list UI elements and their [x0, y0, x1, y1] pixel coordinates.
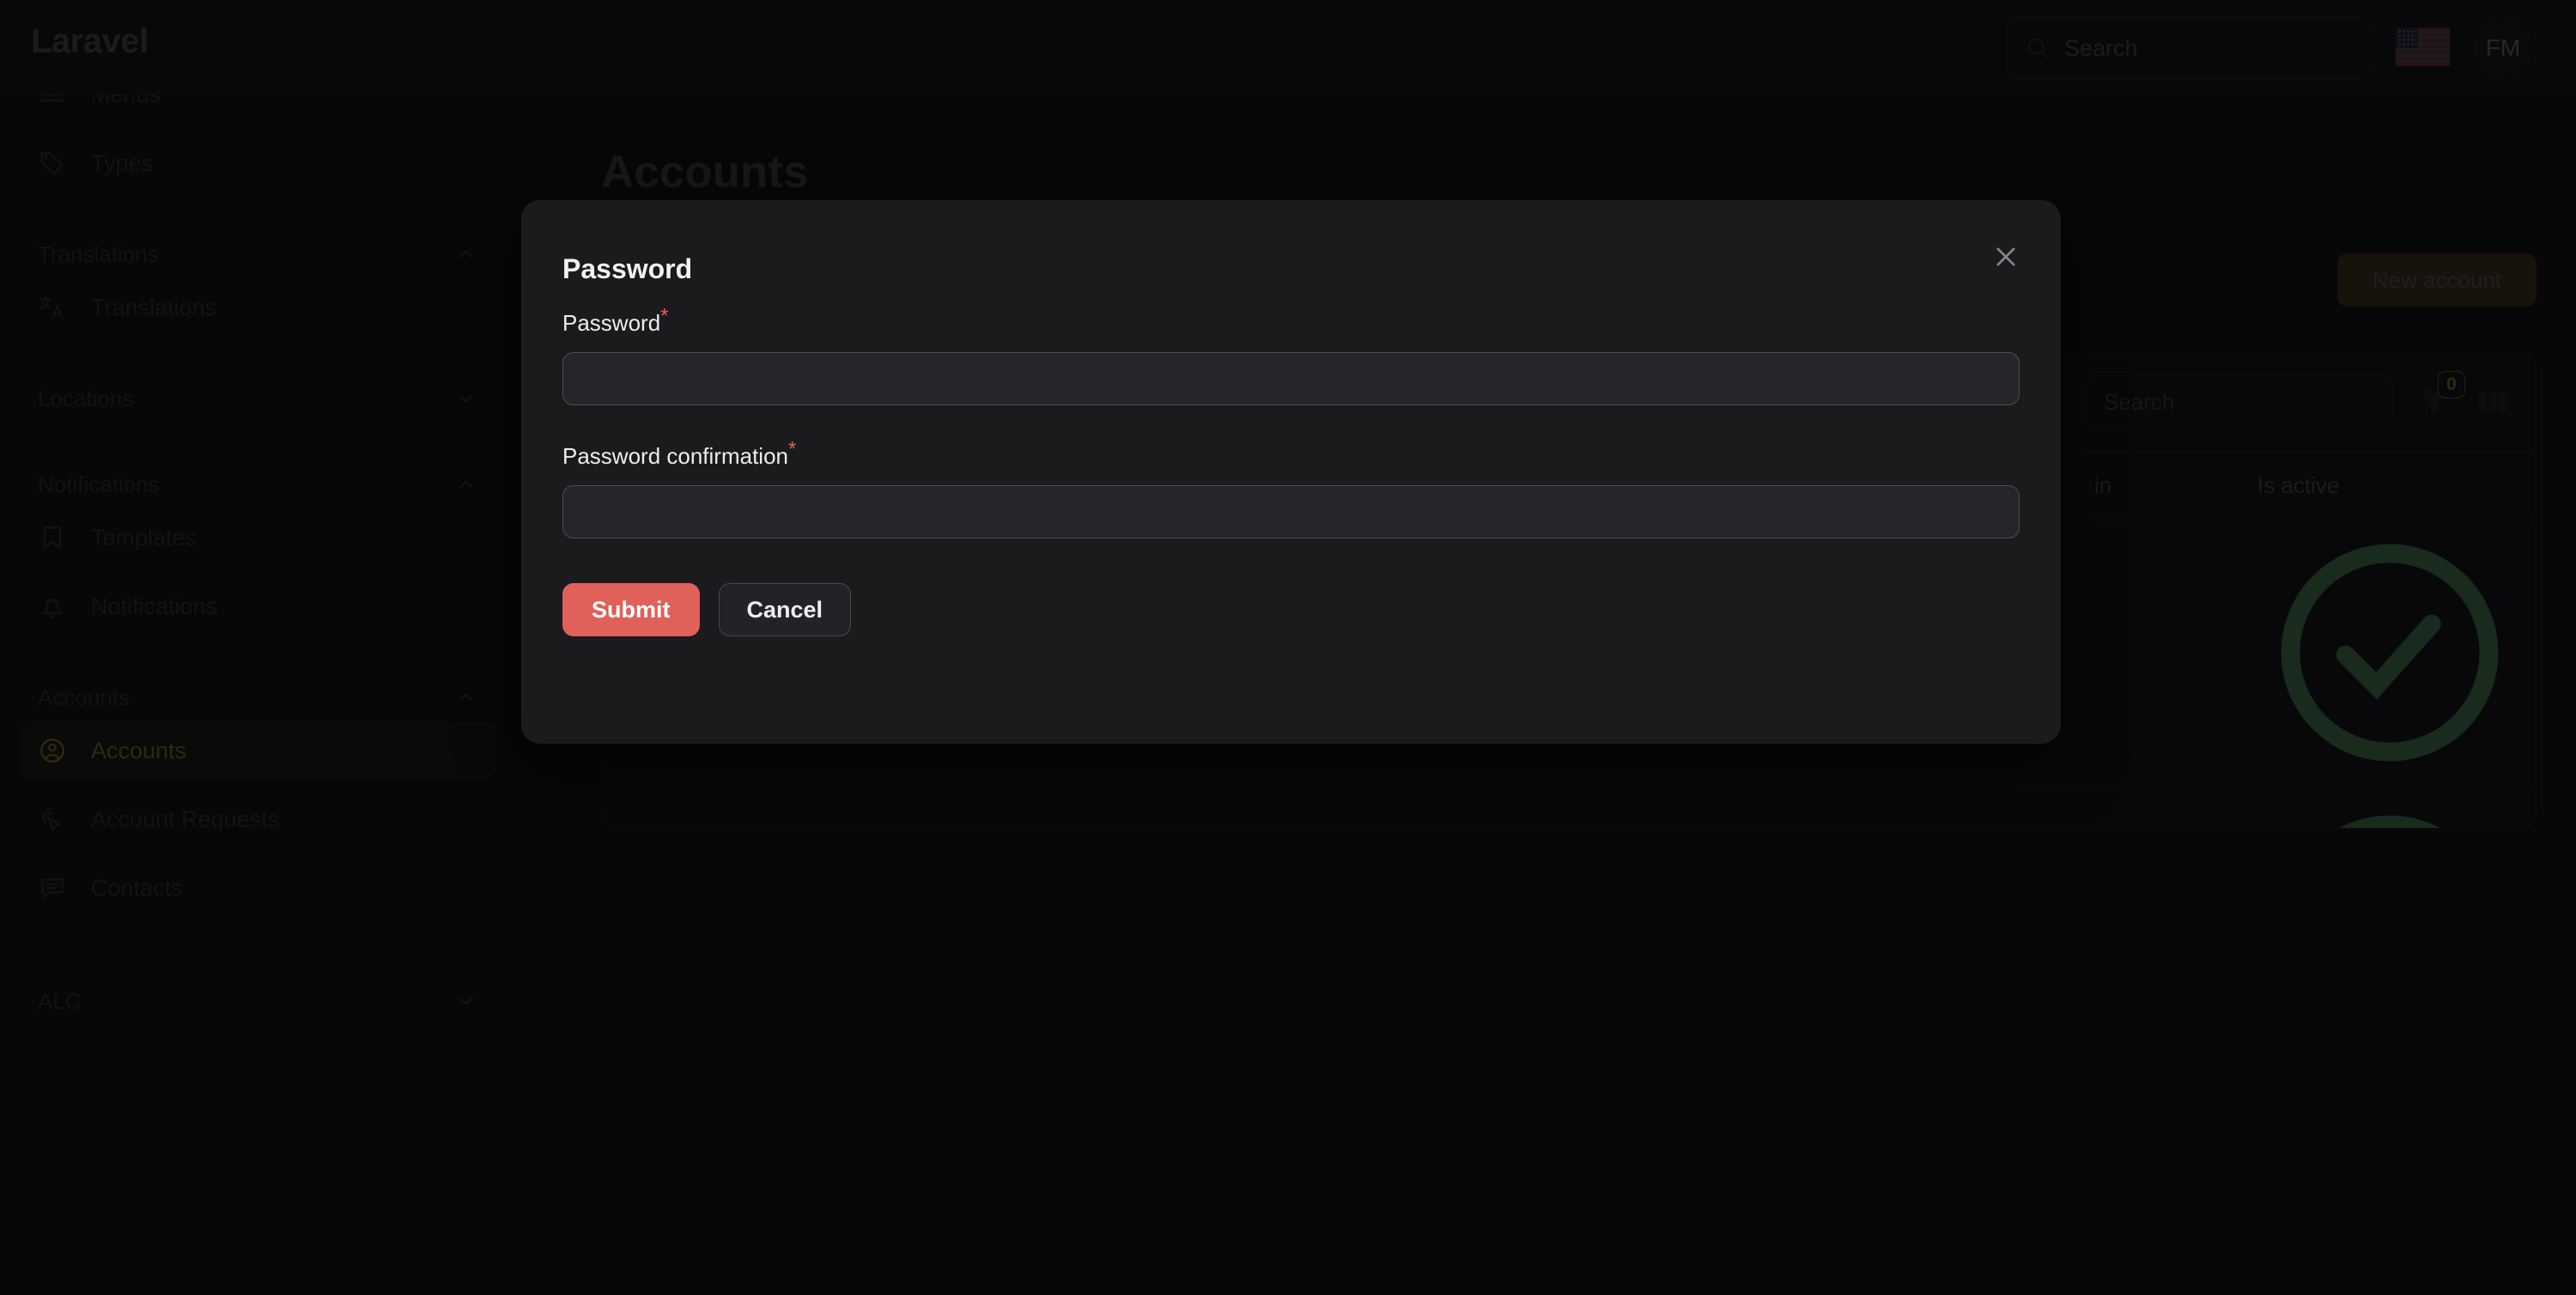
close-icon[interactable] [1984, 234, 2028, 279]
app-root: Laravel Search FM [0, 0, 2576, 1295]
password-confirmation-label: Password confirmation* [562, 439, 2020, 470]
required-marker: * [660, 304, 669, 328]
password-confirmation-input[interactable] [562, 485, 2020, 538]
password-confirmation-label-text: Password confirmation [562, 443, 788, 469]
cancel-button[interactable]: Cancel [718, 583, 852, 636]
password-label-text: Password [562, 310, 661, 336]
modal-title: Password [562, 253, 693, 284]
password-label: Password* [562, 306, 2020, 337]
modal-actions: Submit Cancel [562, 583, 2020, 636]
modal-body: Password* Password confirmation* Submit … [562, 306, 2020, 636]
submit-button[interactable]: Submit [562, 583, 700, 636]
required-marker: * [788, 437, 797, 461]
password-modal: Password Password* Password confirmation… [521, 200, 2061, 744]
password-input[interactable] [562, 352, 2020, 405]
